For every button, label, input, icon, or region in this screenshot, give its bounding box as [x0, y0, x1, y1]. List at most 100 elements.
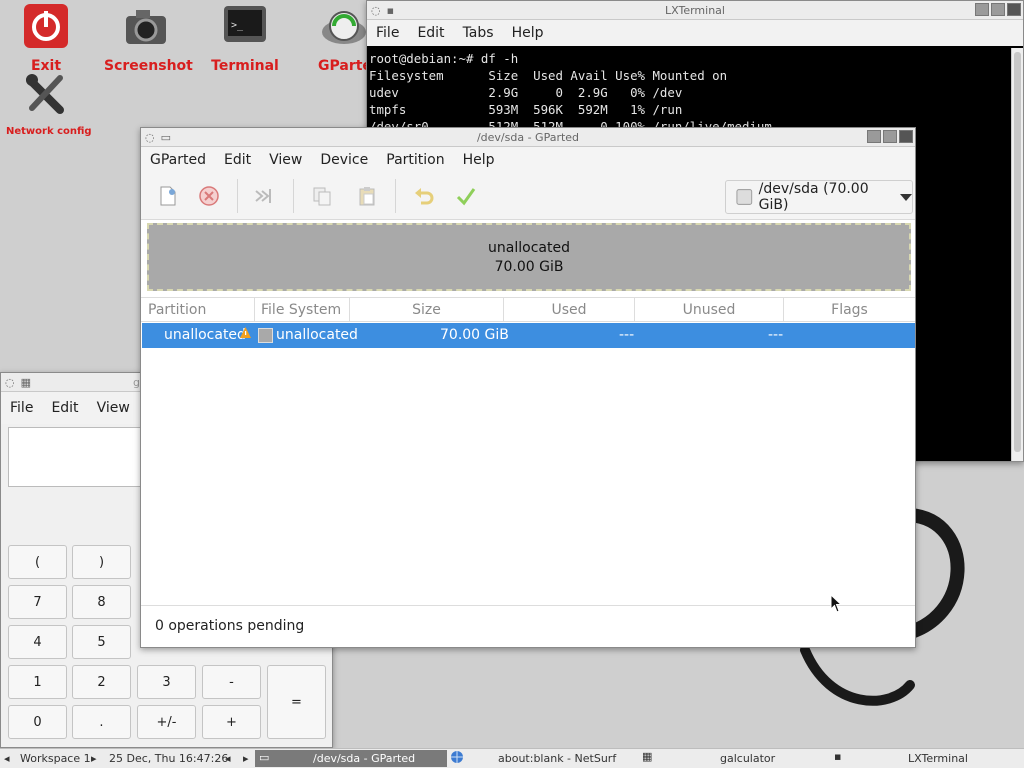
calculator-app-icon: ▦	[642, 750, 653, 763]
terminal-titlebar[interactable]: ◌ ▪ LXTerminal	[367, 1, 1023, 20]
terminal-icon: >_	[221, 2, 269, 54]
task-label: /dev/sda - GParted	[313, 752, 416, 765]
calc-button-7[interactable]: 7	[8, 585, 67, 619]
terminal-line: udev 2.9G 0 2.9G 0% /dev	[369, 85, 683, 100]
filesystem-color-swatch	[258, 328, 273, 343]
clock[interactable]: 25 Dec, Thu 16:47:26	[109, 752, 228, 765]
calc-button-sign[interactable]: +/-	[137, 705, 196, 739]
menu-partition[interactable]: Partition	[377, 152, 453, 168]
menu-device[interactable]: Device	[311, 152, 377, 168]
calc-button-decimal[interactable]: .	[72, 705, 131, 739]
column-header-flags[interactable]: Flags	[784, 298, 915, 321]
menu-tabs[interactable]: Tabs	[454, 25, 503, 41]
column-header-filesystem[interactable]: File System	[255, 298, 350, 321]
partition-table-header: Partition File System Size Used Unused F…	[141, 297, 915, 322]
task-galculator[interactable]: ▦ galculator	[642, 750, 832, 767]
column-header-used[interactable]: Used	[504, 298, 635, 321]
disk-map-unallocated[interactable]: unallocated 70.00 GiB	[147, 223, 911, 291]
disk-gauge-icon	[318, 2, 366, 54]
menu-view[interactable]: View	[260, 152, 311, 168]
menu-edit[interactable]: Edit	[42, 400, 87, 416]
task-next-icon[interactable]: ▸	[243, 752, 249, 765]
menu-file[interactable]: File	[367, 25, 408, 41]
menu-gparted[interactable]: GParted	[141, 152, 215, 168]
table-row[interactable]: unallocated unallocated 70.00 GiB --- --…	[142, 323, 915, 348]
calc-button-2[interactable]: 2	[72, 665, 131, 699]
cell-partition: unallocated	[164, 327, 246, 343]
menu-view[interactable]: View	[88, 400, 139, 416]
task-label: galculator	[720, 752, 776, 765]
disk-map-size: 70.00 GiB	[494, 258, 564, 275]
desktop-icon-network-config[interactable]: Network config	[6, 70, 92, 137]
task-netsurf[interactable]: about:blank - NetSurf	[450, 750, 640, 767]
window-menu-icon[interactable]: ◌	[5, 376, 15, 389]
workspace-prev-icon[interactable]: ◂	[4, 752, 10, 765]
calc-button-1[interactable]: 1	[8, 665, 67, 699]
desktop-icon-label: Terminal	[211, 58, 279, 74]
desktop-icon-screenshot[interactable]: Screenshot	[104, 2, 193, 74]
cell-size: 70.00 GiB	[440, 327, 509, 343]
terminal-menubar: File Edit Tabs Help	[367, 20, 1023, 46]
gparted-window[interactable]: ◌ ▭ /dev/sda - GParted GParted Edit View…	[140, 127, 916, 648]
terminal-line: tmpfs 593M 596K 592M 1% /run	[369, 102, 683, 117]
resize-arrow-icon	[255, 189, 271, 203]
undo-button[interactable]	[411, 183, 437, 209]
terminal-scrollbar[interactable]	[1011, 48, 1023, 461]
calc-button-8[interactable]: 8	[72, 585, 131, 619]
status-bar: 0 operations pending	[141, 605, 915, 647]
calc-button-5[interactable]: 5	[72, 625, 131, 659]
calc-button-0[interactable]: 0	[8, 705, 67, 739]
column-header-partition[interactable]: Partition	[141, 298, 255, 321]
calc-button-plus[interactable]: +	[202, 705, 261, 739]
resize-move-button[interactable]	[251, 183, 277, 209]
calc-button-open-paren[interactable]: (	[8, 545, 67, 579]
terminal-line: root@debian:~# df -h	[369, 51, 519, 66]
checkmark-icon	[456, 188, 476, 206]
copy-button[interactable]	[309, 183, 335, 209]
calc-button-close-paren[interactable]: )	[72, 545, 131, 579]
task-lxterminal[interactable]: ▪ LXTerminal	[834, 750, 1020, 767]
menu-help[interactable]: Help	[503, 25, 553, 41]
wrench-icon	[22, 70, 70, 122]
maximize-button[interactable]	[991, 3, 1005, 16]
menu-edit[interactable]: Edit	[215, 152, 260, 168]
device-select-label: /dev/sda (70.00 GiB)	[758, 181, 869, 213]
camera-icon	[122, 2, 170, 54]
chevron-down-icon	[900, 193, 912, 201]
close-button[interactable]	[1007, 3, 1021, 16]
task-label: about:blank - NetSurf	[498, 752, 617, 765]
workspace-label[interactable]: Workspace 1	[20, 752, 91, 765]
calc-button-equals[interactable]: =	[267, 665, 326, 739]
new-partition-button[interactable]	[155, 183, 181, 209]
desktop-icon-gparted[interactable]: GParted	[318, 2, 366, 74]
desktop-icon-exit[interactable]: Exit	[14, 2, 78, 74]
menu-edit[interactable]: Edit	[408, 25, 453, 41]
gparted-app-icon: ▭	[259, 751, 270, 764]
calculator-app-icon: ▦	[20, 376, 32, 389]
paste-icon	[359, 187, 375, 206]
minimize-button[interactable]	[867, 130, 881, 143]
column-header-unused[interactable]: Unused	[635, 298, 784, 321]
device-select[interactable]: /dev/sda (70.00 GiB)	[725, 180, 913, 214]
paste-button[interactable]	[354, 183, 380, 209]
close-button[interactable]	[899, 130, 913, 143]
task-gparted[interactable]: ▭ /dev/sda - GParted	[255, 750, 447, 767]
menu-file[interactable]: File	[1, 400, 42, 416]
copy-icon	[313, 187, 331, 206]
task-label: LXTerminal	[908, 752, 968, 765]
workspace-next-icon[interactable]: ▸	[91, 752, 97, 765]
minimize-button[interactable]	[975, 3, 989, 16]
gparted-titlebar[interactable]: ◌ ▭ /dev/sda - GParted	[141, 128, 915, 147]
menu-help[interactable]: Help	[454, 152, 504, 168]
calculator-display	[8, 427, 142, 487]
apply-button[interactable]	[453, 183, 479, 209]
delete-partition-button[interactable]	[196, 183, 222, 209]
task-prev-icon[interactable]: ◂	[225, 752, 231, 765]
calc-button-3[interactable]: 3	[137, 665, 196, 699]
desktop-icon-terminal[interactable]: >_ Terminal	[210, 2, 280, 74]
column-header-size[interactable]: Size	[350, 298, 504, 321]
calc-button-minus[interactable]: -	[202, 665, 261, 699]
terminal-app-icon: ▪	[834, 750, 842, 763]
maximize-button[interactable]	[883, 130, 897, 143]
calc-button-4[interactable]: 4	[8, 625, 67, 659]
